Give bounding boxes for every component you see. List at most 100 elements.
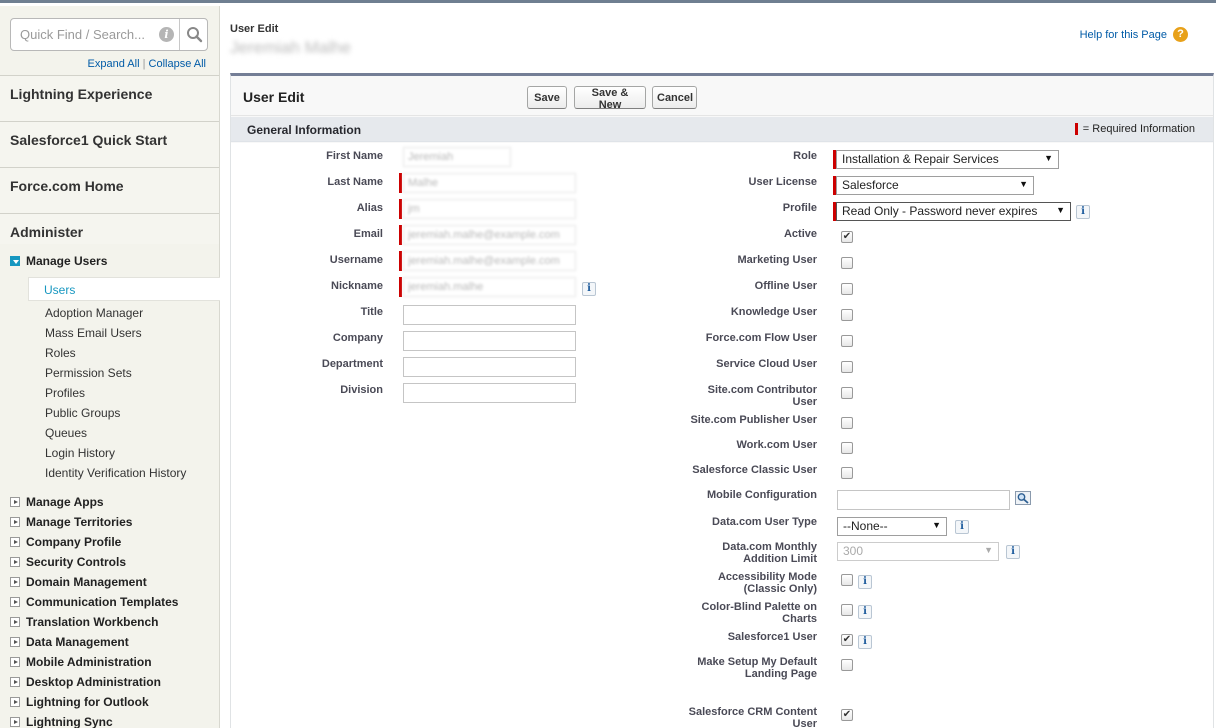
tree-manage-users[interactable]: Manage Users xyxy=(10,254,107,268)
department-field[interactable] xyxy=(403,357,576,377)
work-user-checkbox[interactable] xyxy=(841,442,853,454)
active-checkbox[interactable]: ✔ xyxy=(841,231,853,243)
datacom-user-type-label: Data.com User Type xyxy=(712,516,817,528)
crm-content-label: Salesforce CRM Content User xyxy=(667,706,817,728)
setup-landing-checkbox[interactable] xyxy=(841,659,853,671)
alias-field[interactable] xyxy=(403,199,576,219)
expand-toggle-icon[interactable] xyxy=(10,517,20,527)
sidebar-item-roles[interactable]: Roles xyxy=(45,346,76,360)
marketing-user-checkbox[interactable] xyxy=(841,257,853,269)
tree-data-management[interactable]: Data Management xyxy=(10,635,129,649)
quick-find-input[interactable] xyxy=(11,19,181,50)
sidebar-item-public-groups[interactable]: Public Groups xyxy=(45,406,120,420)
expand-all-link[interactable]: Expand All xyxy=(88,58,140,70)
expand-toggle-icon[interactable] xyxy=(10,537,20,547)
site-publisher-label: Site.com Publisher User xyxy=(690,414,817,426)
expand-toggle-icon[interactable] xyxy=(10,497,20,507)
profile-info-icon[interactable]: i xyxy=(1076,205,1090,219)
sf1-user-info-icon[interactable]: i xyxy=(858,635,872,649)
tree-manage-territories[interactable]: Manage Territories xyxy=(10,515,132,529)
offline-user-checkbox[interactable] xyxy=(841,283,853,295)
sidebar-item-permission-sets[interactable]: Permission Sets xyxy=(45,366,132,380)
tree-lightning-for-outlook[interactable]: Lightning for Outlook xyxy=(10,695,149,709)
expand-toggle-icon[interactable] xyxy=(10,697,20,707)
save-and-new-button[interactable]: Save & New xyxy=(574,86,646,111)
flow-user-checkbox[interactable] xyxy=(841,335,853,347)
knowledge-user-checkbox[interactable] xyxy=(841,309,853,321)
classic-user-checkbox[interactable] xyxy=(841,467,853,479)
datacom-user-type-select[interactable]: --None-- xyxy=(837,517,947,536)
expand-toggle-icon[interactable] xyxy=(10,637,20,647)
sidebar-item-adoption-manager[interactable]: Adoption Manager xyxy=(45,306,143,320)
accessibility-mode-checkbox[interactable] xyxy=(841,574,853,586)
expand-toggle-icon[interactable] xyxy=(10,677,20,687)
label-line: (Classic Only) xyxy=(743,583,817,595)
tree-manage-apps[interactable]: Manage Apps xyxy=(10,495,104,509)
color-blind-checkbox[interactable] xyxy=(841,604,853,616)
crm-content-checkbox[interactable]: ✔ xyxy=(841,709,853,721)
tree-translation-workbench[interactable]: Translation Workbench xyxy=(10,615,158,629)
username-field[interactable] xyxy=(403,251,576,271)
tree-domain-management[interactable]: Domain Management xyxy=(10,575,147,589)
tree-communication-templates[interactable]: Communication Templates xyxy=(10,595,178,609)
user-license-select[interactable]: Salesforce xyxy=(836,176,1034,195)
tree-mobile-administration[interactable]: Mobile Administration xyxy=(10,655,152,669)
tree-company-profile[interactable]: Company Profile xyxy=(10,535,121,549)
nickname-info-icon[interactable]: i xyxy=(582,282,596,296)
help-link-label: Help for this Page xyxy=(1079,28,1167,41)
site-publisher-checkbox[interactable] xyxy=(841,417,853,429)
role-select[interactable]: Installation & Repair Services xyxy=(836,150,1059,169)
expand-toggle-icon[interactable] xyxy=(10,597,20,607)
sidebar-section-sf1-quick-start[interactable]: Salesforce1 Quick Start xyxy=(0,121,219,167)
expand-toggle-icon[interactable] xyxy=(10,657,20,667)
panel-header: User Edit Save Save & New Cancel xyxy=(231,76,1213,116)
sf1-user-checkbox[interactable]: ✔ xyxy=(841,634,853,646)
profile-label: Profile xyxy=(782,202,817,214)
quick-find-box: i xyxy=(10,18,208,51)
tree-desktop-administration[interactable]: Desktop Administration xyxy=(10,675,161,689)
email-field[interactable] xyxy=(403,225,576,245)
site-contributor-checkbox[interactable] xyxy=(841,387,853,399)
help-icon[interactable]: ? xyxy=(1173,27,1188,42)
sidebar-item-queues[interactable]: Queues xyxy=(45,426,87,440)
label-line: User xyxy=(792,718,817,728)
first-name-field[interactable] xyxy=(403,147,511,167)
expand-toggle-icon[interactable] xyxy=(10,717,20,727)
sidebar-section-lightning[interactable]: Lightning Experience xyxy=(0,75,219,121)
accessibility-mode-info-icon[interactable]: i xyxy=(858,575,872,589)
tree-label: Mobile Administration xyxy=(26,655,152,669)
help-link[interactable]: Help for this Page ? xyxy=(1080,27,1188,42)
expand-toggle-icon[interactable] xyxy=(10,577,20,587)
cancel-button[interactable]: Cancel xyxy=(652,86,697,109)
division-field[interactable] xyxy=(403,383,576,403)
collapse-toggle-icon[interactable] xyxy=(10,256,20,266)
company-field[interactable] xyxy=(403,331,576,351)
title-field[interactable] xyxy=(403,305,576,325)
last-name-field[interactable] xyxy=(403,173,576,193)
expand-toggle-icon[interactable] xyxy=(10,557,20,567)
label-line: Color-Blind Palette on xyxy=(701,601,818,613)
datacom-limit-info-icon[interactable]: i xyxy=(1006,545,1020,559)
expand-toggle-icon[interactable] xyxy=(10,617,20,627)
sidebar-item-login-history[interactable]: Login History xyxy=(45,446,115,460)
color-blind-info-icon[interactable]: i xyxy=(858,605,872,619)
required-marker xyxy=(399,277,402,297)
profile-select[interactable]: Read Only - Password never expires xyxy=(836,202,1071,221)
lookup-icon[interactable] xyxy=(1015,491,1031,505)
sidebar-item-users[interactable]: Users xyxy=(28,277,220,301)
search-info-icon[interactable]: i xyxy=(159,27,174,42)
nickname-field[interactable] xyxy=(403,277,576,297)
sidebar-item-profiles[interactable]: Profiles xyxy=(45,386,85,400)
sidebar-item-identity-verification-history[interactable]: Identity Verification History xyxy=(45,466,186,480)
sidebar-item-mass-email-users[interactable]: Mass Email Users xyxy=(45,326,142,340)
search-icon[interactable] xyxy=(179,19,207,50)
collapse-all-link[interactable]: Collapse All xyxy=(149,58,206,70)
sidebar-section-force-home[interactable]: Force.com Home xyxy=(0,167,219,213)
datacom-user-type-info-icon[interactable]: i xyxy=(955,520,969,534)
service-cloud-user-checkbox[interactable] xyxy=(841,361,853,373)
tree-security-controls[interactable]: Security Controls xyxy=(10,555,126,569)
mobile-config-field[interactable] xyxy=(837,490,1010,510)
tree-lightning-sync[interactable]: Lightning Sync xyxy=(10,715,113,728)
flow-user-label: Force.com Flow User xyxy=(705,332,817,344)
save-button[interactable]: Save xyxy=(527,86,567,109)
